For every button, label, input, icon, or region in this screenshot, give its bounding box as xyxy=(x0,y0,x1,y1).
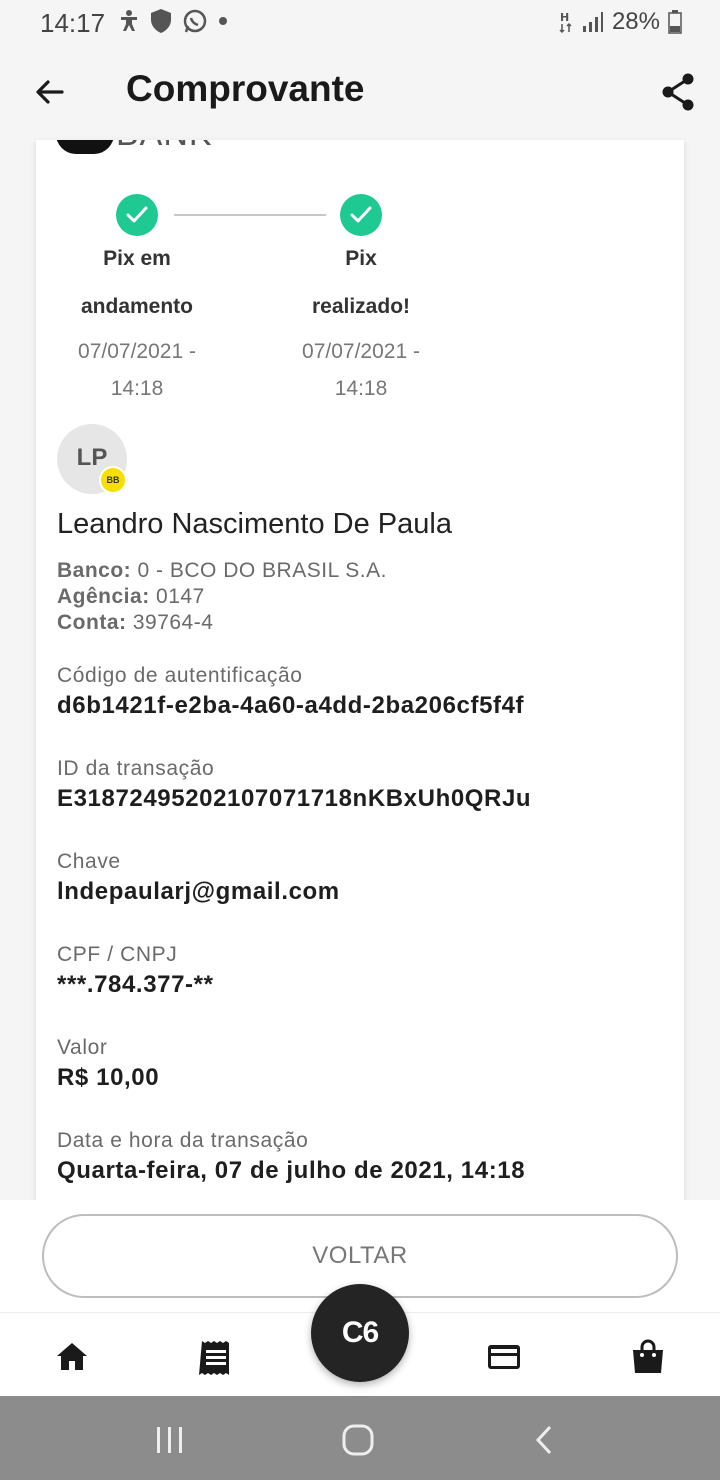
accessibility-icon xyxy=(121,10,137,31)
status-time: 14:17 xyxy=(40,8,106,38)
step-label: Pix em xyxy=(103,247,171,270)
field-value: E31872495202107071718nKBxUh0QRJu xyxy=(57,785,532,812)
battery-percent: 28% xyxy=(611,8,660,35)
share-icon[interactable] xyxy=(660,72,696,112)
step-label: andamento xyxy=(80,295,193,318)
logo-bank-text: BANK xyxy=(116,140,213,154)
recents-icon[interactable] xyxy=(152,1422,188,1458)
step-label: realizado! xyxy=(311,295,411,318)
step-label: Pix xyxy=(345,247,377,270)
recipient-name: Leandro Nascimento De Paula xyxy=(57,508,452,540)
agencia-label: Agência: xyxy=(57,585,150,608)
field-value: R$ 10,00 xyxy=(57,1064,160,1091)
c6-fab-button[interactable]: C6 xyxy=(311,1284,409,1382)
check-icon xyxy=(116,194,158,236)
conta-value: 39764-4 xyxy=(132,611,214,634)
network-h-icon: H xyxy=(559,11,572,34)
home-icon[interactable] xyxy=(54,1339,90,1375)
banco-value: 0 - BCO DO BRASIL S.A. xyxy=(137,559,387,582)
banco-label: Banco: xyxy=(57,559,132,582)
step-time: 14:18 xyxy=(334,377,388,400)
field-cpf-cnpj: CPF / CNPJ ***.784.377-** xyxy=(57,943,667,999)
arrow-left-icon[interactable] xyxy=(32,74,68,110)
field-transaction-id: ID da transação E31872495202107071718nKB… xyxy=(57,757,667,813)
svg-text:H: H xyxy=(560,11,569,24)
home-circle-icon[interactable] xyxy=(340,1422,376,1458)
status-system-icons: H 28% xyxy=(558,8,682,36)
dot-icon xyxy=(219,17,227,25)
field-label: Chave xyxy=(57,850,121,873)
step-pix-em-andamento: Pix em andamento 07/07/2021 - 14:18 xyxy=(47,235,227,407)
app-bar: Comprovante xyxy=(0,44,720,140)
step-time: 14:18 xyxy=(110,377,164,400)
field-value: d6b1421f-e2ba-4a60-a4dd-2ba206cf5f4f xyxy=(57,692,525,719)
step-date: 07/07/2021 - xyxy=(78,340,196,363)
status-bar: 14:17 H 28% xyxy=(0,0,720,44)
field-label: Data e hora da transação xyxy=(57,1129,309,1152)
step-date: 07/07/2021 - xyxy=(302,340,420,363)
field-value: lndepaularj@gmail.com xyxy=(57,878,340,905)
step-pix-realizado: Pix realizado! 07/07/2021 - 14:18 xyxy=(271,235,451,407)
field-label: Valor xyxy=(57,1036,108,1059)
receipt-card: BANK Pix em andamento 07/07/2021 - 14:18… xyxy=(36,140,684,1200)
recipient-bank-info: Banco: 0 - BCO DO BRASIL S.A. Agência: 0… xyxy=(57,558,387,636)
check-icon xyxy=(340,194,382,236)
field-value: Quarta-feira, 07 de julho de 2021, 14:18 xyxy=(57,1157,526,1184)
field-value: ***.784.377-** xyxy=(57,971,214,998)
whatsapp-icon xyxy=(183,9,207,33)
field-auth-code: Código de autentificação d6b1421f-e2ba-4… xyxy=(57,664,667,720)
back-chevron-icon[interactable] xyxy=(528,1422,564,1458)
field-chave: Chave lndepaularj@gmail.com xyxy=(57,850,667,906)
c6-logo-mark xyxy=(56,140,114,154)
signal-icon xyxy=(582,12,603,32)
card-icon[interactable] xyxy=(486,1339,522,1375)
field-datetime: Data e hora da transação Quarta-feira, 0… xyxy=(57,1129,667,1185)
bank-badge: BB xyxy=(99,466,127,494)
page-title: Comprovante xyxy=(126,68,365,109)
status-notification-icons xyxy=(118,8,228,34)
avatar: LP BB xyxy=(57,424,127,494)
system-nav-bar xyxy=(0,1396,720,1480)
field-label: Código de autentificação xyxy=(57,664,303,687)
field-valor: Valor R$ 10,00 xyxy=(57,1036,667,1092)
progress-connector xyxy=(174,214,326,216)
field-label: ID da transação xyxy=(57,757,215,780)
conta-label: Conta: xyxy=(57,611,127,634)
statement-icon[interactable] xyxy=(198,1339,234,1375)
battery-icon xyxy=(668,10,682,34)
c6-bank-logo: BANK xyxy=(56,140,213,154)
shopping-bag-icon[interactable] xyxy=(630,1339,666,1375)
shield-icon xyxy=(151,9,171,33)
field-label: CPF / CNPJ xyxy=(57,943,178,966)
agencia-value: 0147 xyxy=(156,585,205,608)
